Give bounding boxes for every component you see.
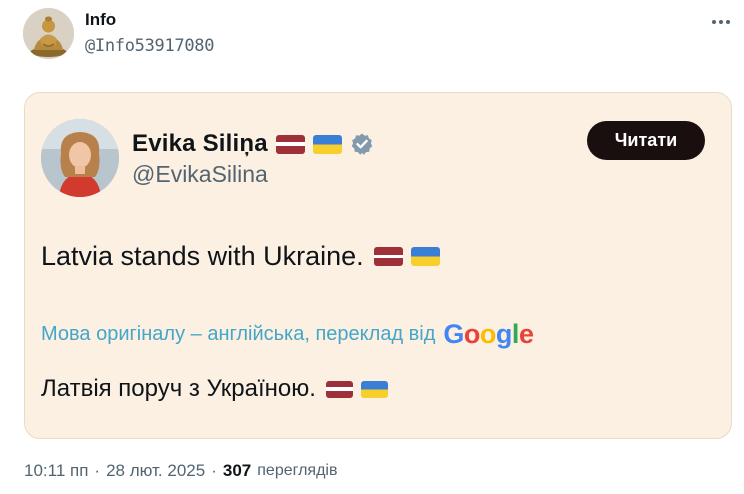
post-meta: 10:11 пп · 28 лют. 2025 · 307 переглядів [24, 461, 337, 481]
quoted-name-row: Evika Siliņa [132, 129, 374, 159]
ukraine-flag-icon [360, 380, 388, 398]
post-time[interactable]: 10:11 пп [24, 461, 88, 481]
views-label: переглядів [257, 462, 338, 479]
views-count[interactable]: 307 [223, 461, 251, 481]
google-letter: o [463, 319, 481, 349]
quoted-author-avatar[interactable] [41, 119, 119, 197]
translated-text-row: Латвія поруч з Україною. [41, 375, 388, 403]
portrait-avatar [41, 119, 119, 197]
post-date[interactable]: 28 лют. 2025 [106, 461, 205, 481]
quoted-post-text-row: Latvia stands with Ukraine. [41, 241, 440, 272]
buddha-statue-avatar [23, 8, 74, 59]
follow-button[interactable]: Читати [587, 121, 705, 160]
translation-note-link[interactable]: Мова оригіналу – англійська, переклад ві… [41, 323, 435, 346]
google-letter: G [443, 319, 464, 349]
quoted-author-handle[interactable]: @EvikaSilina [132, 161, 268, 188]
google-logo: Google [443, 319, 534, 350]
translation-row: Мова оригіналу – англійська, переклад ві… [41, 319, 534, 350]
meta-separator: · [211, 461, 217, 480]
more-options-icon[interactable] [706, 12, 736, 32]
ukraine-flag-icon [410, 247, 440, 266]
google-letter: l [511, 319, 520, 349]
latvia-flag-icon [373, 247, 403, 266]
author-handle[interactable]: @Info53917080 [85, 36, 214, 56]
quoted-post-text: Latvia stands with Ukraine. [41, 241, 364, 271]
author-name[interactable]: Info [85, 10, 116, 30]
google-letter: g [495, 319, 513, 349]
author-avatar[interactable] [23, 8, 74, 59]
verified-badge-icon [351, 133, 373, 155]
google-letter: e [518, 319, 534, 349]
quoted-post-card[interactable]: Evika Siliņa @EvikaSilina Читати Latvia … [24, 92, 732, 439]
google-letter: o [479, 319, 497, 349]
latvia-flag-icon [275, 134, 305, 154]
latvia-flag-icon [325, 380, 353, 398]
translated-text: Латвія поруч з Україною. [41, 375, 316, 402]
post-header: Info @Info53917080 [0, 0, 744, 70]
quoted-author-name[interactable]: Evika Siliņa [132, 130, 268, 158]
meta-separator: · [94, 461, 101, 480]
ukraine-flag-icon [312, 134, 342, 154]
